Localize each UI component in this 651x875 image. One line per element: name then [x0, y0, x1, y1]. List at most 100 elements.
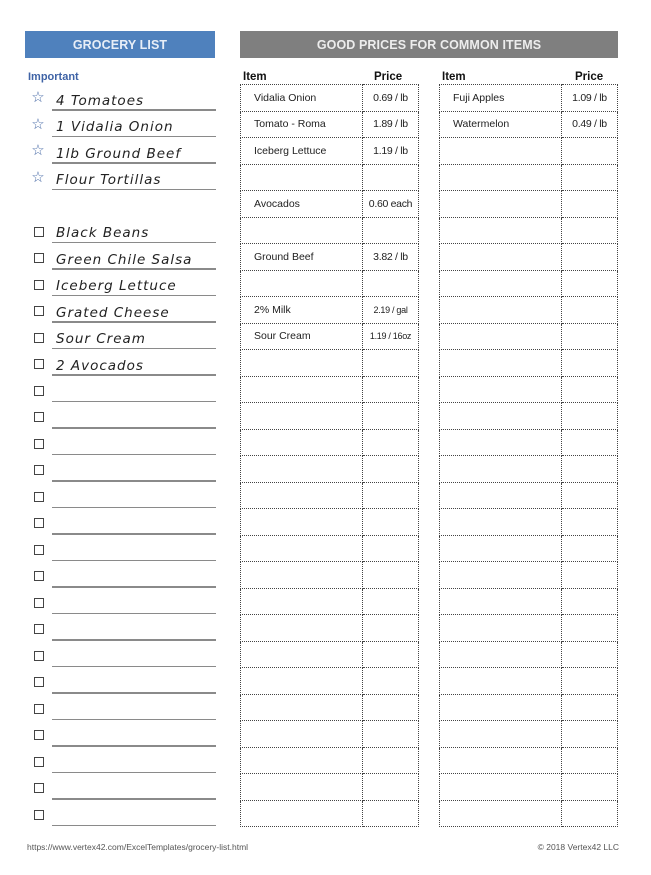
price-cell[interactable]: [561, 508, 618, 536]
price-cell[interactable]: 1.89 / lb: [362, 110, 419, 138]
checkbox[interactable]: [34, 385, 44, 396]
item-text[interactable]: 1 Vidalia Onion: [56, 119, 174, 135]
price-cell[interactable]: [561, 799, 618, 827]
price-cell[interactable]: [561, 561, 618, 589]
checkbox[interactable]: [34, 412, 44, 422]
item-text[interactable]: 2 Avocados: [56, 358, 144, 374]
checkbox[interactable]: [34, 783, 44, 793]
item-cell[interactable]: [240, 375, 363, 403]
item-cell[interactable]: [240, 428, 363, 456]
checklist-item[interactable]: [28, 508, 216, 535]
price-cell[interactable]: 3.82 / lb: [362, 243, 419, 271]
item-cell[interactable]: [240, 163, 363, 191]
price-cell[interactable]: [561, 720, 618, 748]
price-cell[interactable]: [362, 481, 419, 509]
star-icon[interactable]: ☆: [31, 90, 45, 105]
checkbox[interactable]: [34, 756, 44, 767]
checklist-item[interactable]: [28, 455, 216, 482]
important-item[interactable]: ☆ 1lb Ground Beef: [28, 137, 216, 164]
item-cell[interactable]: [240, 693, 363, 721]
item-cell[interactable]: [240, 269, 363, 297]
checkbox[interactable]: [34, 571, 44, 581]
item-cell[interactable]: [439, 773, 562, 801]
price-cell[interactable]: [561, 746, 618, 774]
price-cell[interactable]: [561, 587, 618, 615]
item-cell[interactable]: [439, 455, 562, 483]
item-cell[interactable]: [240, 534, 363, 562]
star-icon[interactable]: ☆: [31, 143, 45, 158]
checkbox[interactable]: [34, 809, 44, 820]
item-cell[interactable]: [240, 640, 363, 668]
checklist-item[interactable]: Grated Cheese: [28, 296, 216, 323]
item-cell[interactable]: [240, 667, 363, 695]
price-cell[interactable]: 1.09 / lb: [561, 84, 618, 112]
checkbox[interactable]: [34, 677, 44, 687]
price-cell[interactable]: [362, 640, 419, 668]
item-cell[interactable]: Watermelon: [439, 110, 562, 138]
footer-url[interactable]: https://www.vertex42.com/ExcelTemplates/…: [27, 842, 248, 852]
price-cell[interactable]: 0.60 each: [362, 190, 419, 218]
item-text[interactable]: Green Chile Salsa: [56, 252, 192, 268]
price-cell[interactable]: [561, 773, 618, 801]
checklist-item[interactable]: [28, 773, 216, 800]
price-cell[interactable]: [561, 137, 618, 165]
item-cell[interactable]: [240, 455, 363, 483]
item-cell[interactable]: [439, 508, 562, 536]
checklist-item[interactable]: [28, 376, 216, 402]
item-cell[interactable]: Ground Beef: [240, 243, 363, 271]
item-cell[interactable]: [439, 428, 562, 456]
price-cell[interactable]: [561, 163, 618, 191]
item-cell[interactable]: Vidalia Onion: [240, 84, 363, 112]
price-cell[interactable]: [561, 322, 618, 350]
item-cell[interactable]: [439, 481, 562, 509]
item-cell[interactable]: [240, 746, 363, 774]
checklist-item[interactable]: Green Chile Salsa: [28, 243, 216, 270]
item-cell[interactable]: Sour Cream: [240, 322, 363, 350]
checklist-item[interactable]: [28, 800, 216, 826]
price-cell[interactable]: [362, 216, 419, 244]
item-cell[interactable]: [240, 349, 363, 377]
important-item[interactable]: ☆ 4 Tomatoes: [28, 84, 216, 111]
star-icon[interactable]: ☆: [31, 170, 45, 185]
checklist-item[interactable]: [28, 747, 216, 773]
item-cell[interactable]: [439, 269, 562, 297]
item-cell[interactable]: [240, 216, 363, 244]
price-cell[interactable]: [362, 402, 419, 430]
item-cell[interactable]: Tomato - Roma: [240, 110, 363, 138]
checkbox[interactable]: [34, 438, 44, 449]
item-cell[interactable]: [439, 137, 562, 165]
checkbox[interactable]: [34, 624, 44, 634]
price-cell[interactable]: [362, 799, 419, 827]
important-item[interactable]: ☆ Flour Tortillas: [28, 164, 216, 190]
checkbox[interactable]: [34, 597, 44, 608]
price-cell[interactable]: [561, 375, 618, 403]
price-cell[interactable]: [362, 746, 419, 774]
item-text[interactable]: Black Beans: [56, 225, 149, 241]
item-cell[interactable]: [240, 614, 363, 642]
checklist-item[interactable]: [28, 429, 216, 455]
price-cell[interactable]: [362, 773, 419, 801]
price-cell[interactable]: [561, 640, 618, 668]
price-cell[interactable]: [561, 349, 618, 377]
item-cell[interactable]: [439, 587, 562, 615]
checklist-item[interactable]: [28, 561, 216, 588]
price-cell[interactable]: [362, 428, 419, 456]
checkbox[interactable]: [34, 518, 44, 528]
item-cell[interactable]: [439, 163, 562, 191]
checkbox[interactable]: [34, 491, 44, 502]
checklist-item[interactable]: [28, 482, 216, 508]
item-text[interactable]: 4 Tomatoes: [56, 93, 144, 109]
price-cell[interactable]: [362, 667, 419, 695]
price-cell[interactable]: [561, 269, 618, 297]
item-cell[interactable]: [240, 773, 363, 801]
price-cell[interactable]: [362, 375, 419, 403]
item-cell[interactable]: 2% Milk: [240, 296, 363, 324]
price-cell[interactable]: [362, 269, 419, 297]
item-cell[interactable]: [439, 216, 562, 244]
checklist-item[interactable]: [28, 535, 216, 561]
checkbox[interactable]: [34, 253, 44, 263]
checkbox[interactable]: [34, 703, 44, 714]
item-cell[interactable]: [439, 534, 562, 562]
price-cell[interactable]: 2.19 / gal: [362, 296, 419, 324]
price-cell[interactable]: [561, 428, 618, 456]
